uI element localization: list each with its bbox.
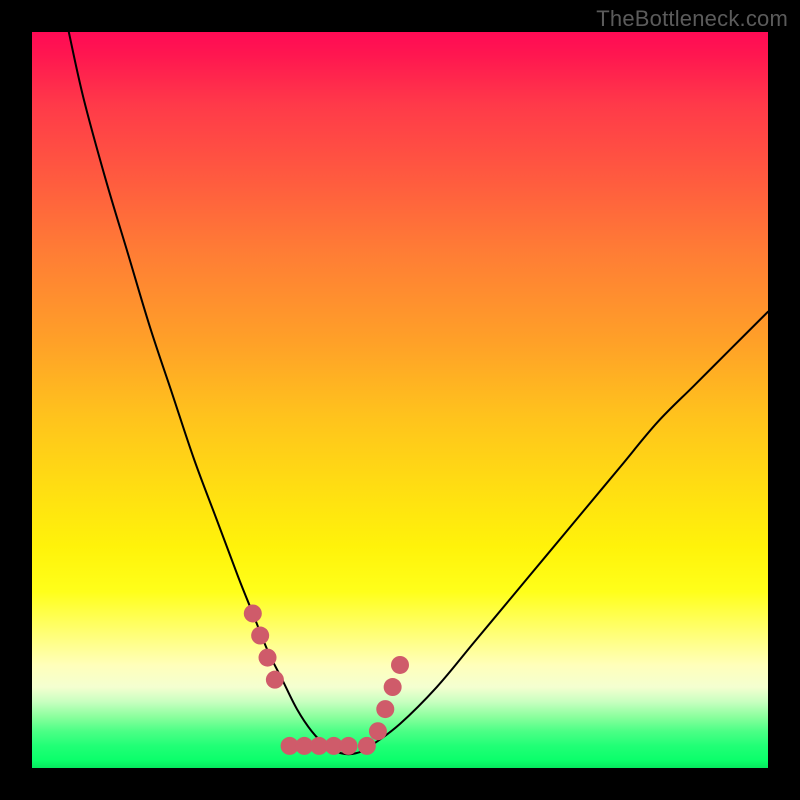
marker-dot [244,604,262,622]
marker-dot [266,671,284,689]
chart-frame: TheBottleneck.com [0,0,800,800]
marker-dot [391,656,409,674]
marker-dot [358,737,376,755]
marker-dot [376,700,394,718]
curve-markers [244,604,409,754]
marker-dot [259,649,277,667]
watermark-text: TheBottleneck.com [596,6,788,32]
marker-dot [251,627,269,645]
bottleneck-curve [69,32,768,754]
marker-dot [339,737,357,755]
plot-area [32,32,768,768]
chart-svg [32,32,768,768]
marker-dot [369,722,387,740]
marker-dot [384,678,402,696]
